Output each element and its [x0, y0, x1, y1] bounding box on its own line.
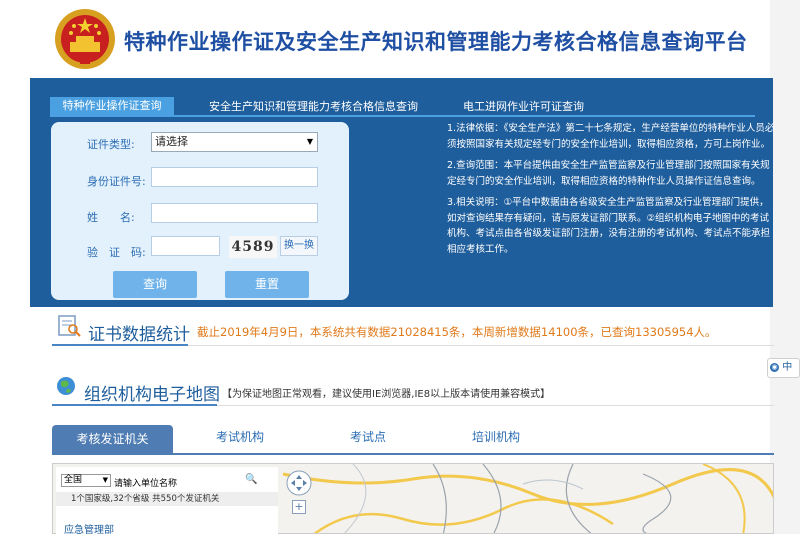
dropdown-arrow-icon: ▼: [102, 476, 108, 484]
site-header: 特种作业操作证及安全生产知识和管理能力考核合格信息查询平台: [0, 0, 800, 78]
map-divider: [52, 404, 217, 406]
region-select-value: 全国: [64, 475, 83, 485]
map-section-title: 组织机构电子地图: [84, 385, 220, 405]
map-pan-control[interactable]: [286, 470, 312, 496]
captcha-label: 验 证 码:: [87, 246, 146, 259]
region-select[interactable]: 全国 ▼: [61, 474, 111, 487]
map-zoom-in-button[interactable]: +: [292, 500, 306, 514]
captcha-image: 4589: [229, 236, 277, 258]
refresh-captcha-button[interactable]: 换一换: [280, 236, 318, 256]
captcha-input[interactable]: [151, 236, 220, 256]
id-number-label: 身份证件号:: [87, 175, 146, 188]
query-scope-note: 2.查询范围：本平台提供由安全生产监管监察及行业管理部门按照国家有关规定经专门的…: [447, 160, 770, 187]
language-badge-label: 中: [782, 362, 793, 373]
tab-safety-knowledge[interactable]: 安全生产知识和管理能力考核合格信息查询: [209, 98, 418, 114]
stats-summary: 截止2019年4月9日，本系统共有数据21028415条，本周新增数据14100…: [197, 325, 717, 339]
stats-title: 证书数据统计: [88, 325, 190, 345]
tab-certifying-authority[interactable]: 考核发证机关: [52, 425, 173, 453]
cert-type-select[interactable]: 请选择 ▼: [151, 132, 318, 152]
cert-type-label: 证件类型:: [87, 138, 135, 151]
map-tab-underline: [52, 453, 774, 455]
map-compat-note: 【为保证地图正常观看，建议使用IE浏览器,IE8以上版本请使用兼容模式】: [222, 389, 551, 400]
stats-divider-rest: [188, 345, 774, 346]
query-button[interactable]: 查询: [113, 271, 197, 298]
tab-training-institution[interactable]: 培训机构: [472, 428, 520, 445]
national-emblem-icon: [55, 9, 115, 69]
dropdown-arrow-icon: ▼: [306, 137, 313, 146]
id-number-input[interactable]: [151, 167, 318, 187]
tab-exam-institution[interactable]: 考试机构: [216, 428, 264, 445]
reset-button[interactable]: 重置: [225, 271, 309, 298]
authority-summary: 1个国家级,32个省级 共550个发证机关: [56, 492, 278, 506]
tab-exam-site[interactable]: 考试点: [350, 428, 386, 445]
related-note: 3.相关说明：①平台中数据由各省级安全生产监管监察及行业管理部门提供，如对查询结…: [447, 197, 771, 255]
language-badge[interactable]: ◉ 中: [767, 358, 800, 378]
tab-underline: [50, 115, 755, 117]
name-input[interactable]: [151, 203, 318, 223]
stats-divider: [52, 344, 188, 346]
site-title: 特种作业操作证及安全生产知识和管理能力考核合格信息查询平台: [124, 30, 748, 54]
search-icon[interactable]: 🔍: [245, 474, 257, 485]
cert-type-value: 请选择: [155, 135, 188, 148]
name-label: 姓 名:: [87, 211, 135, 224]
info-notes: 1.法律依据：《安全生产法》第二十七条规定，生产经营单位的特种作业人员必须按照国…: [447, 121, 777, 263]
tab-electrician-permit[interactable]: 电工进网作业许可证查询: [463, 98, 584, 114]
page-scroll-area: [770, 0, 800, 534]
info-icon: ◉: [770, 362, 779, 372]
map-divider-rest: [217, 405, 774, 406]
certificate-stats-icon: [58, 315, 81, 337]
tab-special-operation-cert[interactable]: 特种作业操作证查询: [50, 97, 174, 115]
globe-icon: [57, 377, 75, 395]
legal-basis-note: 1.法律依据：《安全生产法》第二十七条规定，生产经营单位的特种作业人员必须按照国…: [447, 123, 775, 150]
unit-name-search-input[interactable]: 请输入单位名称: [114, 476, 177, 489]
